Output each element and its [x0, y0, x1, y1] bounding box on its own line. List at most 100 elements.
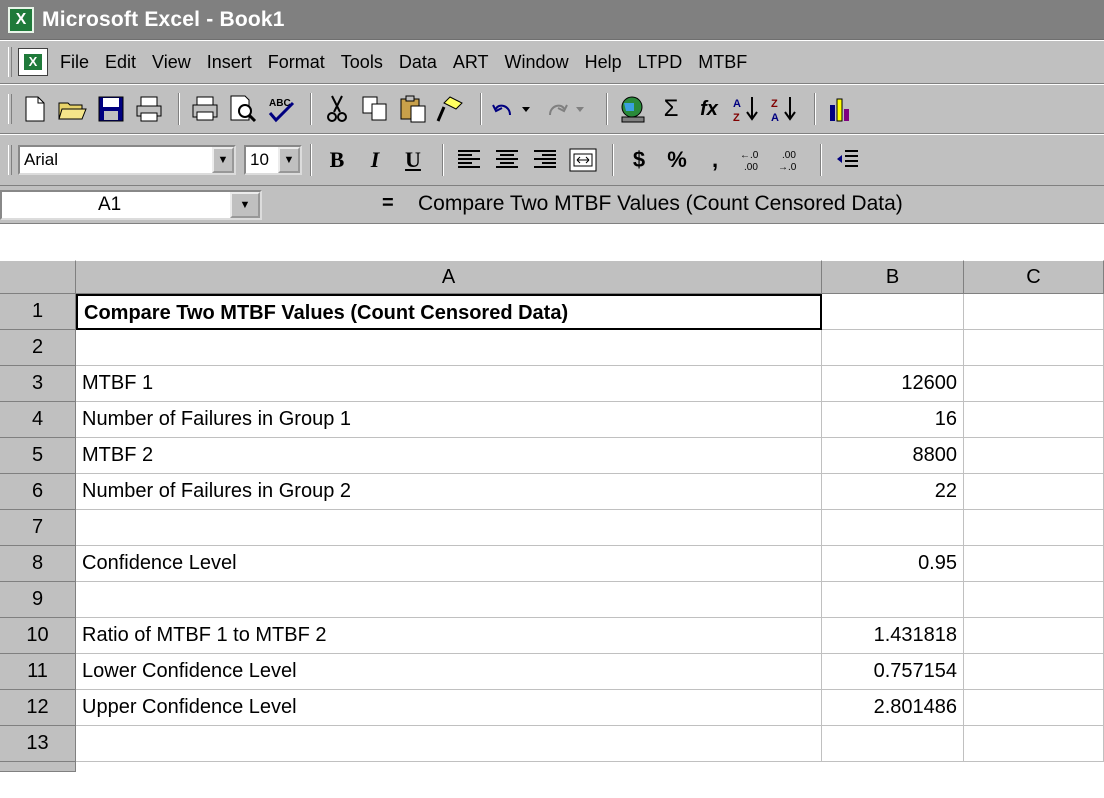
- sort-desc-icon[interactable]: ZA: [768, 92, 802, 126]
- cell-c[interactable]: [964, 474, 1104, 510]
- name-box[interactable]: A1 ▼: [0, 190, 262, 220]
- cell-a[interactable]: Number of Failures in Group 1: [76, 402, 822, 438]
- row-header[interactable]: 13: [0, 726, 76, 762]
- menu-art[interactable]: ART: [453, 52, 489, 73]
- italic-button[interactable]: I: [358, 143, 392, 177]
- menu-file[interactable]: File: [60, 52, 89, 73]
- cell-c[interactable]: [964, 618, 1104, 654]
- cell-b[interactable]: [822, 582, 964, 618]
- cell-b[interactable]: [822, 726, 964, 762]
- decrease-decimal-icon[interactable]: .00 →.0: [774, 143, 808, 177]
- font-size-box[interactable]: 10 ▼: [244, 145, 302, 175]
- row-header[interactable]: 11: [0, 654, 76, 690]
- row-header[interactable]: 8: [0, 546, 76, 582]
- autosum-icon[interactable]: Σ: [654, 92, 688, 126]
- row-header[interactable]: 6: [0, 474, 76, 510]
- cell-c[interactable]: [964, 438, 1104, 474]
- workbook-icon[interactable]: X: [18, 48, 48, 76]
- paste-icon[interactable]: [396, 92, 430, 126]
- align-left-icon[interactable]: [452, 143, 486, 177]
- menu-tools[interactable]: Tools: [341, 52, 383, 73]
- cell-b[interactable]: 0.757154: [822, 654, 964, 690]
- menu-view[interactable]: View: [152, 52, 191, 73]
- format-painter-icon[interactable]: [434, 92, 468, 126]
- cell-b[interactable]: [822, 330, 964, 366]
- redo-icon[interactable]: [544, 92, 594, 126]
- spelling-icon[interactable]: ABC: [264, 92, 298, 126]
- menu-mtbf[interactable]: MTBF: [698, 52, 747, 73]
- cell-b[interactable]: 1.431818: [822, 618, 964, 654]
- cell-c[interactable]: [964, 510, 1104, 546]
- formula-equals-icon[interactable]: =: [382, 192, 394, 215]
- row-header[interactable]: 2: [0, 330, 76, 366]
- row-header[interactable]: 9: [0, 582, 76, 618]
- cell-a[interactable]: Lower Confidence Level: [76, 654, 822, 690]
- menu-ltpd[interactable]: LTPD: [638, 52, 683, 73]
- chart-wizard-icon[interactable]: [824, 92, 858, 126]
- cell-a[interactable]: [76, 510, 822, 546]
- print-icon[interactable]: [188, 92, 222, 126]
- comma-button[interactable]: ,: [698, 143, 732, 177]
- excel-app-icon[interactable]: X: [8, 6, 34, 33]
- column-header-a[interactable]: A: [76, 260, 822, 294]
- row-header[interactable]: 4: [0, 402, 76, 438]
- menu-window[interactable]: Window: [505, 52, 569, 73]
- increase-decimal-icon[interactable]: ←.0.00: [736, 143, 770, 177]
- menu-format[interactable]: Format: [268, 52, 325, 73]
- cell-c[interactable]: [964, 690, 1104, 726]
- row-header[interactable]: 10: [0, 618, 76, 654]
- cell-b[interactable]: 2.801486: [822, 690, 964, 726]
- cell-a[interactable]: Ratio of MTBF 1 to MTBF 2: [76, 618, 822, 654]
- cell-a[interactable]: Compare Two MTBF Values (Count Censored …: [76, 294, 822, 330]
- open-icon[interactable]: [56, 92, 90, 126]
- toolbar-grip[interactable]: [8, 145, 12, 175]
- menu-data[interactable]: Data: [399, 52, 437, 73]
- cell-c[interactable]: [964, 546, 1104, 582]
- cell-b[interactable]: 12600: [822, 366, 964, 402]
- cell-c[interactable]: [964, 654, 1104, 690]
- function-icon[interactable]: fx: [692, 92, 726, 126]
- column-header-c[interactable]: C: [964, 260, 1104, 294]
- cell-b[interactable]: [822, 294, 964, 330]
- cell-a[interactable]: MTBF 2: [76, 438, 822, 474]
- copy-icon[interactable]: [358, 92, 392, 126]
- print-setup-icon[interactable]: [132, 92, 166, 126]
- currency-button[interactable]: $: [622, 143, 656, 177]
- cell-a[interactable]: Upper Confidence Level: [76, 690, 822, 726]
- column-header-b[interactable]: B: [822, 260, 964, 294]
- cell-c[interactable]: [964, 402, 1104, 438]
- formula-input[interactable]: Compare Two MTBF Values (Count Censored …: [404, 190, 1104, 220]
- menu-edit[interactable]: Edit: [105, 52, 136, 73]
- undo-icon[interactable]: [490, 92, 540, 126]
- row-header[interactable]: 1: [0, 294, 76, 330]
- percent-button[interactable]: %: [660, 143, 694, 177]
- cell-b[interactable]: 0.95: [822, 546, 964, 582]
- row-header-partial[interactable]: [0, 762, 76, 772]
- cell-c[interactable]: [964, 294, 1104, 330]
- cut-icon[interactable]: [320, 92, 354, 126]
- new-icon[interactable]: [18, 92, 52, 126]
- row-header[interactable]: 3: [0, 366, 76, 402]
- cell-a[interactable]: Confidence Level: [76, 546, 822, 582]
- underline-button[interactable]: U: [396, 143, 430, 177]
- cell-b[interactable]: 22: [822, 474, 964, 510]
- merge-center-icon[interactable]: [566, 143, 600, 177]
- cell-a[interactable]: Number of Failures in Group 2: [76, 474, 822, 510]
- cell-a[interactable]: [76, 330, 822, 366]
- select-all-corner[interactable]: [0, 260, 76, 294]
- cell-a[interactable]: MTBF 1: [76, 366, 822, 402]
- cell-c[interactable]: [964, 726, 1104, 762]
- cell-c[interactable]: [964, 330, 1104, 366]
- decrease-indent-icon[interactable]: [830, 143, 864, 177]
- cell-a[interactable]: [76, 726, 822, 762]
- row-header[interactable]: 7: [0, 510, 76, 546]
- menu-grip[interactable]: [8, 47, 12, 77]
- font-name-box[interactable]: Arial ▼: [18, 145, 236, 175]
- cell-c[interactable]: [964, 582, 1104, 618]
- align-right-icon[interactable]: [528, 143, 562, 177]
- dropdown-arrow-icon[interactable]: ▼: [230, 192, 260, 218]
- row-header[interactable]: 5: [0, 438, 76, 474]
- dropdown-arrow-icon[interactable]: ▼: [278, 147, 300, 173]
- cell-c[interactable]: [964, 366, 1104, 402]
- cell-b[interactable]: 8800: [822, 438, 964, 474]
